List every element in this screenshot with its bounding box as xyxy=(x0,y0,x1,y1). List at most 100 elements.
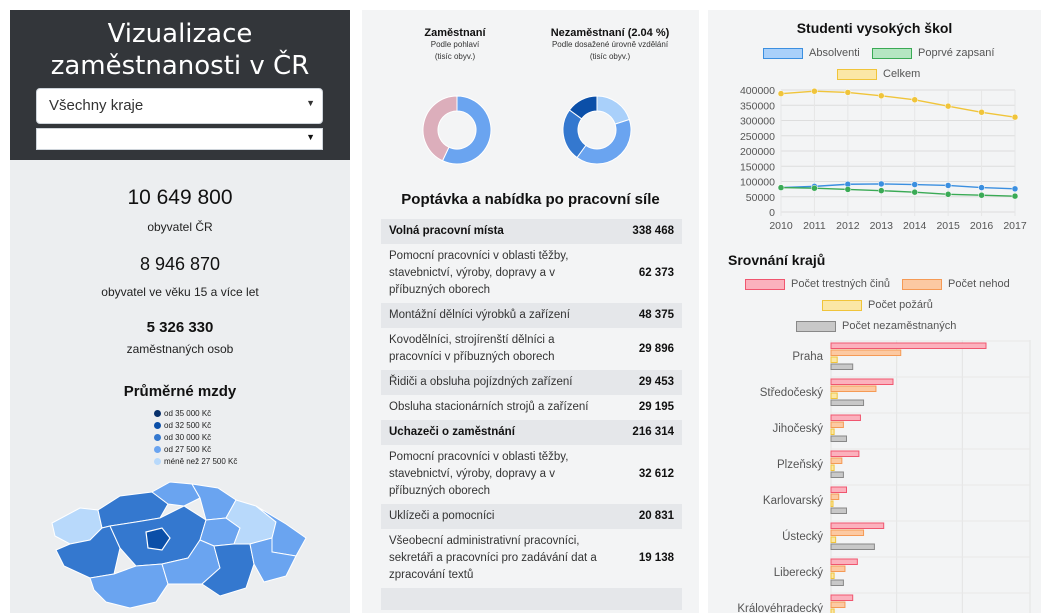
data-point[interactable] xyxy=(911,96,918,104)
region-select[interactable]: Všechny kraje ▼ xyxy=(36,88,323,124)
wage-legend-item: méně než 27 500 Kč xyxy=(154,455,237,467)
data-point[interactable] xyxy=(878,180,885,188)
bar[interactable] xyxy=(830,457,843,464)
data-point[interactable] xyxy=(878,92,885,100)
bar[interactable] xyxy=(830,392,838,399)
bar[interactable] xyxy=(830,378,894,385)
bar[interactable] xyxy=(830,579,844,586)
donut-unemployed-slice-0[interactable] xyxy=(596,95,630,125)
table-row-value: 32 612 xyxy=(638,468,674,480)
czech-wage-map xyxy=(51,481,307,609)
data-point[interactable] xyxy=(1011,185,1019,193)
data-point[interactable] xyxy=(777,184,785,191)
data-point[interactable] xyxy=(1011,113,1019,121)
bar[interactable] xyxy=(830,363,854,370)
data-point[interactable] xyxy=(978,109,985,116)
data-point[interactable] xyxy=(811,87,818,95)
bar[interactable] xyxy=(830,385,877,392)
table-row: Montážní dělníci výrobků a zařízení 48 37… xyxy=(381,303,682,328)
data-point[interactable] xyxy=(878,187,885,194)
bar[interactable] xyxy=(830,493,840,500)
y-tick-label: 150000 xyxy=(740,161,775,173)
bar[interactable] xyxy=(830,421,844,428)
data-point[interactable] xyxy=(944,182,952,189)
legend-label: Celkem xyxy=(883,68,921,80)
table-row-value: 62 373 xyxy=(638,267,674,279)
bar[interactable] xyxy=(830,601,846,608)
data-point[interactable] xyxy=(944,102,952,110)
legend-dot-icon xyxy=(154,409,161,417)
bar[interactable] xyxy=(830,558,858,565)
table-row-value: 19 138 xyxy=(638,552,674,564)
legend-item[interactable]: Počet nezaměstnaných xyxy=(796,320,956,332)
legend-swatch-icon xyxy=(902,278,942,290)
data-point[interactable] xyxy=(844,89,852,96)
bar[interactable] xyxy=(830,399,865,406)
category-label: Plzeňský xyxy=(777,459,823,471)
bar[interactable] xyxy=(830,356,838,363)
bar[interactable] xyxy=(830,572,835,579)
category-label: Karlovarský xyxy=(763,495,823,507)
bar[interactable] xyxy=(830,529,865,536)
legend-swatch-icon xyxy=(837,68,877,80)
bar[interactable] xyxy=(830,536,837,543)
bar[interactable] xyxy=(830,565,846,572)
legend-item[interactable]: Počet požárů xyxy=(822,299,933,311)
y-tick-label: 100000 xyxy=(740,177,775,189)
x-tick-label: 2015 xyxy=(936,220,960,232)
employed-value: 5 326 330 xyxy=(146,319,214,336)
table-row-label: Volná pracovní místa xyxy=(389,225,504,237)
table-row-value: 29 195 xyxy=(638,401,674,413)
bar[interactable] xyxy=(830,450,860,457)
bar[interactable] xyxy=(830,522,885,529)
bar[interactable] xyxy=(830,349,902,356)
data-point[interactable] xyxy=(911,181,918,188)
bar[interactable] xyxy=(830,464,835,471)
header: Vizualizace zaměstnanosti v ČR Všechny k… xyxy=(10,10,350,160)
legend-item[interactable]: Poprvé zapsaní xyxy=(872,47,994,59)
legend-item[interactable]: Počet trestných činů xyxy=(745,278,890,290)
donut-unemployed-header: Nezaměstnaní (2.04 %) Podle dosažené úro… xyxy=(530,27,690,63)
labor-panel: Zaměstnaní Podle pohlaví (tisíc obyv.) N… xyxy=(362,10,699,613)
regions-bar-chart: Praha Středočeský Jihočeský Plzeňský Karlova… xyxy=(737,340,1031,613)
bar[interactable] xyxy=(830,486,847,493)
data-point[interactable] xyxy=(978,184,985,191)
bar[interactable] xyxy=(830,543,875,550)
data-point[interactable] xyxy=(844,186,852,193)
data-point[interactable] xyxy=(944,191,952,198)
population-label: obyvatel ČR xyxy=(147,220,213,234)
table-row-label: Všeobecní administrativní pracovníci, se… xyxy=(389,535,597,581)
data-point[interactable] xyxy=(811,184,818,192)
bar[interactable] xyxy=(830,428,835,435)
category-label: Středočeský xyxy=(760,387,824,399)
wage-legend-label: od 30 000 Kč xyxy=(164,432,212,442)
legend-item[interactable]: Absolventi xyxy=(763,47,860,59)
bar[interactable] xyxy=(830,342,987,349)
table-row-value: 338 468 xyxy=(632,225,674,237)
wage-legend-item: od 30 000 Kč xyxy=(154,431,237,443)
donut-unemployed-slice-1[interactable] xyxy=(576,118,632,165)
legend-dot-icon xyxy=(154,457,161,465)
y-tick-label: 350000 xyxy=(740,100,775,112)
data-point[interactable] xyxy=(777,90,785,97)
bar[interactable] xyxy=(830,594,854,601)
table-row: Pomocní pracovníci v oblasti těžby, stav… xyxy=(381,244,682,303)
bar[interactable] xyxy=(830,608,835,613)
table-row-label: Montážní dělníci výrobků a zařízení xyxy=(389,309,570,321)
legend-item[interactable]: Počet nehod xyxy=(902,278,1010,290)
legend-dot-icon xyxy=(154,421,161,429)
x-tick-label: 2017 xyxy=(1003,220,1027,232)
legend-label: Absolventi xyxy=(809,47,860,59)
bar[interactable] xyxy=(830,435,847,442)
table-row-label: Uchazeči o zaměstnání xyxy=(389,426,515,438)
secondary-select[interactable]: ▼ xyxy=(36,128,323,150)
legend-item[interactable]: Celkem xyxy=(837,68,920,80)
bar[interactable] xyxy=(830,507,847,514)
data-point[interactable] xyxy=(911,188,918,196)
table-row-value: 29 896 xyxy=(638,342,674,355)
data-point[interactable] xyxy=(978,191,985,199)
bar[interactable] xyxy=(830,471,844,478)
data-point[interactable] xyxy=(1011,192,1019,200)
bar[interactable] xyxy=(830,414,861,421)
bar[interactable] xyxy=(830,500,834,507)
